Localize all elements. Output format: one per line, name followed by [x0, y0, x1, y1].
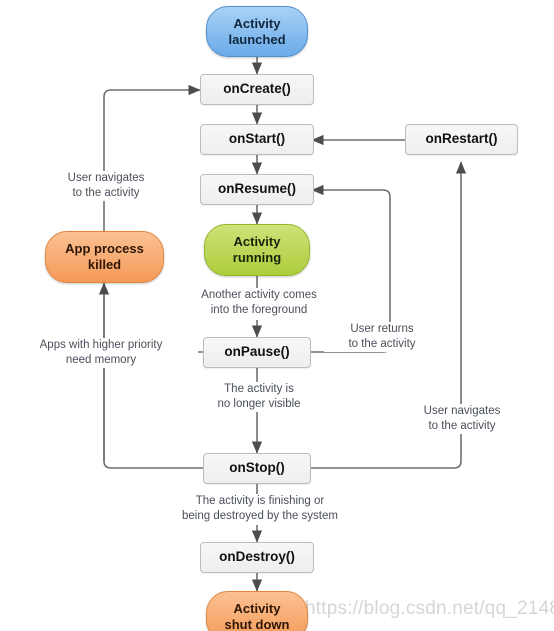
node-app-process-killed[interactable]: App process killed: [45, 231, 164, 283]
node-oncreate[interactable]: onCreate(): [200, 74, 314, 105]
node-activity-running[interactable]: Activity running: [204, 224, 310, 276]
edge-label-another-activity: Another activity comes into the foregroun…: [181, 288, 337, 319]
node-onstop[interactable]: onStop(): [203, 453, 311, 484]
node-onpause[interactable]: onPause(): [203, 337, 311, 368]
edge-label-apps-higher-priority: Apps with higher priority need memory: [4, 338, 198, 369]
watermark-url: https://blog.csdn.net/qq_21480607: [305, 598, 554, 619]
node-onrestart[interactable]: onRestart(): [405, 124, 518, 155]
edge-label-no-longer-visible: The activity is no longer visible: [189, 382, 329, 413]
edge-label-user-navigates-right: User navigates to the activity: [399, 404, 525, 435]
activity-lifecycle-diagram: Activity launched onCreate() onStart() on…: [0, 0, 554, 631]
edge-label-user-returns: User returns to the activity: [324, 322, 440, 353]
node-onresume[interactable]: onResume(): [200, 174, 314, 205]
node-activity-shut-down[interactable]: Activity shut down: [206, 591, 308, 631]
node-activity-launched[interactable]: Activity launched: [206, 6, 308, 57]
edge-label-user-navigates-left: User navigates to the activity: [38, 171, 174, 202]
node-ondestroy[interactable]: onDestroy(): [200, 542, 314, 573]
edge-label-activity-finishing: The activity is finishing or being destro…: [155, 494, 365, 525]
node-onstart[interactable]: onStart(): [200, 124, 314, 155]
